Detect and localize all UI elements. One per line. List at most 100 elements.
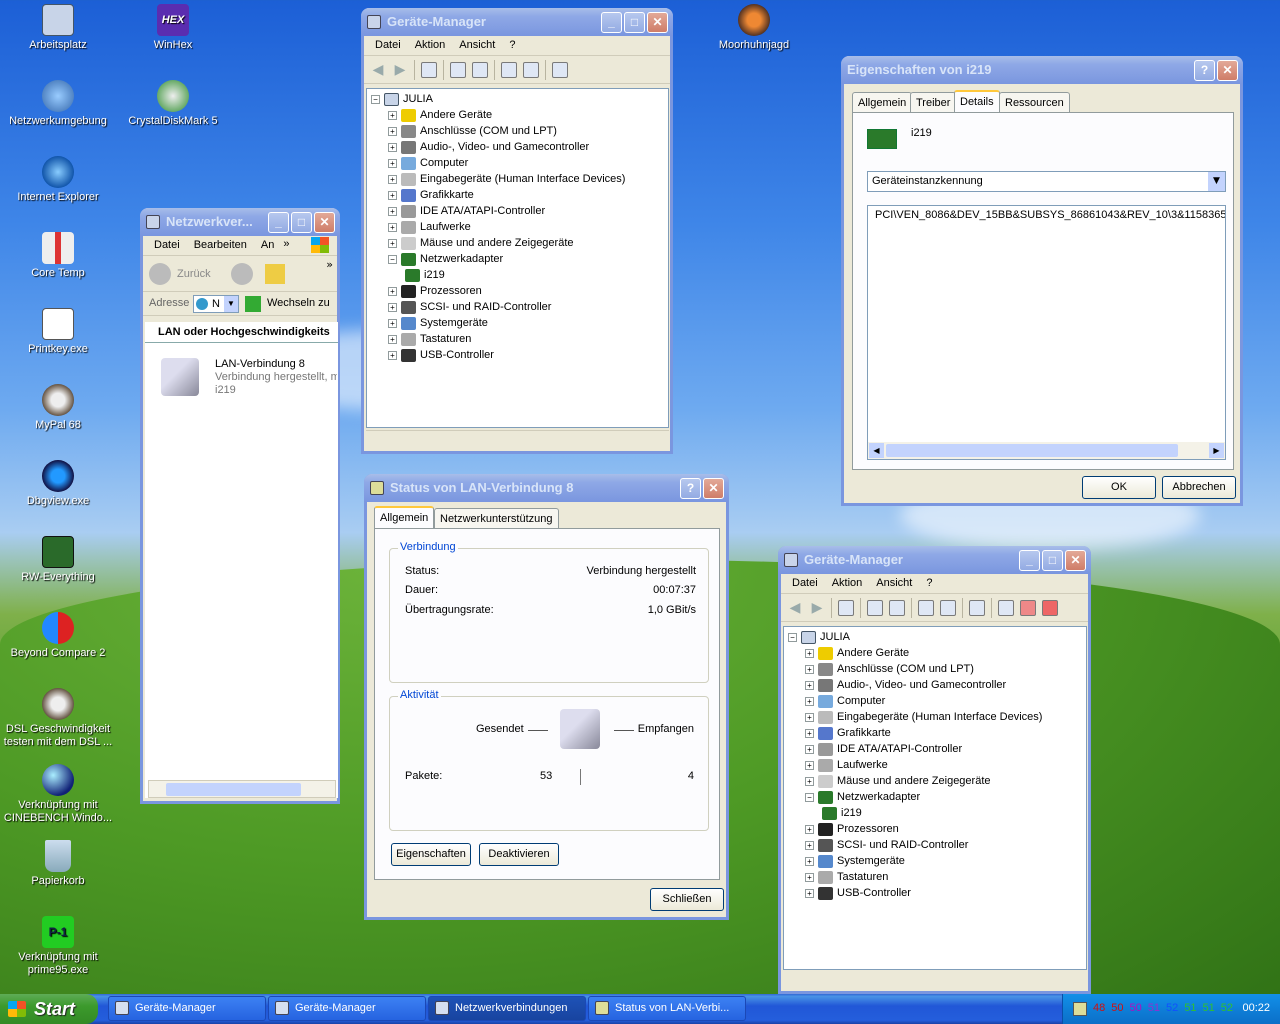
- tree-category-item[interactable]: + Tastaturen: [805, 869, 888, 885]
- tree-category-item[interactable]: + Systemgeräte: [388, 315, 488, 331]
- tree-category-item[interactable]: + Prozessoren: [388, 283, 482, 299]
- expand-icon[interactable]: +: [388, 222, 397, 232]
- tree-category-item[interactable]: + SCSI- und RAID-Controller: [388, 299, 551, 315]
- minimize-button[interactable]: _: [1019, 550, 1040, 571]
- expand-icon[interactable]: +: [388, 126, 397, 136]
- help-icon[interactable]: [501, 61, 517, 78]
- network-tray-icon[interactable]: [1073, 1002, 1087, 1016]
- horizontal-scrollbar[interactable]: ◀ ▶: [868, 442, 1225, 459]
- maximize-button[interactable]: □: [291, 212, 312, 233]
- menu-datei[interactable]: Datei: [785, 574, 825, 593]
- expand-icon[interactable]: +: [388, 190, 397, 200]
- back-arrow-icon[interactable]: [149, 262, 171, 285]
- property-value[interactable]: PCI\VEN_8086&DEV_15BB&SUBSYS_86861043&RE…: [875, 209, 1225, 221]
- desktop-icon-prime95[interactable]: P-1 Verknüpfung mit prime95.exe: [3, 916, 113, 977]
- network-connections-window[interactable]: Netzwerkver... _ □ ✕ Datei Bearbeiten An…: [140, 208, 340, 804]
- maximize-button[interactable]: □: [624, 12, 645, 33]
- close-button[interactable]: ✕: [1217, 60, 1238, 81]
- desktop-icon-papierkorb[interactable]: Papierkorb: [3, 840, 113, 888]
- menu-help[interactable]: ?: [502, 36, 522, 55]
- tree-category-item[interactable]: + Mäuse und andere Zeigegeräte: [388, 235, 574, 251]
- tab-treiber[interactable]: Treiber: [910, 92, 957, 113]
- tree-category-item[interactable]: + Andere Geräte: [388, 107, 492, 123]
- properties-button[interactable]: Eigenschaften: [391, 843, 471, 866]
- console-tree-icon[interactable]: [421, 61, 437, 78]
- forward-icon[interactable]: ▶: [392, 62, 408, 78]
- tree-root[interactable]: − JULIA: [788, 629, 850, 645]
- close-button[interactable]: ✕: [647, 12, 668, 33]
- expand-icon[interactable]: +: [805, 888, 814, 898]
- desktop-icon-winhex[interactable]: HEX WinHex: [118, 4, 228, 52]
- expand-icon[interactable]: +: [805, 824, 814, 834]
- view-icon[interactable]: [523, 61, 539, 78]
- tab-details[interactable]: Details: [954, 90, 1000, 113]
- uninstall-icon[interactable]: [1020, 599, 1036, 616]
- scan-hardware-icon[interactable]: [969, 599, 985, 616]
- print-icon[interactable]: [472, 61, 488, 78]
- close-button[interactable]: ✕: [314, 212, 335, 233]
- desktop-icon-rw-everything[interactable]: RW-Everything: [3, 536, 113, 584]
- tree-category-item[interactable]: + USB-Controller: [805, 885, 911, 901]
- menu-ansicht[interactable]: Ansicht: [869, 574, 919, 593]
- tree-device-item[interactable]: i219: [405, 267, 445, 283]
- close-button[interactable]: ✕: [1065, 550, 1086, 571]
- property-value-list[interactable]: PCI\VEN_8086&DEV_15BB&SUBSYS_86861043&RE…: [867, 205, 1226, 460]
- tree-category-item[interactable]: + Grafikkarte: [388, 187, 474, 203]
- title-bar[interactable]: Geräte-Manager _ □ ✕: [778, 546, 1091, 574]
- console-tree-icon[interactable]: [838, 599, 854, 616]
- minimize-button[interactable]: _: [601, 12, 622, 33]
- tree-category-item[interactable]: + SCSI- und RAID-Controller: [805, 837, 968, 853]
- device-tree[interactable]: − JULIA + Andere Geräte + Anschlüsse (COM und…: [366, 88, 669, 428]
- go-button[interactable]: Wechseln zu: [267, 297, 330, 309]
- collapse-icon[interactable]: −: [371, 94, 380, 104]
- expand-icon[interactable]: +: [805, 840, 814, 850]
- tab-allgemein[interactable]: Allgemein: [374, 506, 435, 529]
- properties-window[interactable]: Eigenschaften von i219 ? ✕ Allgemein Tre…: [841, 56, 1243, 506]
- update-driver-icon[interactable]: [998, 599, 1014, 616]
- tab-ressourcen[interactable]: Ressourcen: [999, 92, 1070, 113]
- desktop-icon-printkey[interactable]: Printkey.exe: [3, 308, 113, 356]
- expand-icon[interactable]: +: [805, 856, 814, 866]
- title-bar[interactable]: Netzwerkver... _ □ ✕: [140, 208, 340, 236]
- status-window[interactable]: Status von LAN-Verbindung 8 ? ✕ Allgemei…: [364, 474, 729, 920]
- task-device-manager-2[interactable]: Geräte-Manager: [268, 996, 426, 1021]
- expand-icon[interactable]: +: [388, 238, 397, 248]
- ok-button[interactable]: OK: [1082, 476, 1156, 499]
- cancel-button[interactable]: Abbrechen: [1162, 476, 1236, 499]
- scroll-thumb[interactable]: [166, 783, 301, 796]
- collapse-icon[interactable]: −: [805, 792, 814, 802]
- expand-icon[interactable]: +: [388, 334, 397, 344]
- lan-connection-item[interactable]: LAN-Verbindung 8 Verbindung hergestellt,…: [161, 356, 337, 406]
- tree-category-item[interactable]: + Mäuse und andere Zeigegeräte: [805, 773, 991, 789]
- expand-icon[interactable]: +: [805, 760, 814, 770]
- properties-icon[interactable]: [867, 599, 883, 616]
- desktop-icon-dbgview[interactable]: Dbgview.exe: [3, 460, 113, 508]
- tree-category-item[interactable]: + IDE ATA/ATAPI-Controller: [388, 203, 545, 219]
- disable-device-icon[interactable]: [1042, 599, 1058, 616]
- title-bar[interactable]: Geräte-Manager _ □ ✕: [361, 8, 673, 36]
- maximize-button[interactable]: □: [1042, 550, 1063, 571]
- tree-category-item[interactable]: + Andere Geräte: [805, 645, 909, 661]
- tree-category-item[interactable]: + Eingabegeräte (Human Interface Devices): [388, 171, 625, 187]
- address-combo[interactable]: N ▼: [193, 295, 239, 313]
- desktop-icon-arbeitsplatz[interactable]: Arbeitsplatz: [3, 4, 113, 52]
- tree-category-item[interactable]: + Laufwerke: [805, 757, 888, 773]
- desktop-icon-moorhuhnjagd[interactable]: Moorhuhnjagd: [699, 4, 809, 52]
- collapse-icon[interactable]: −: [788, 632, 797, 642]
- tree-category-item[interactable]: + Anschlüsse (COM und LPT): [805, 661, 974, 677]
- scan-hardware-icon[interactable]: [552, 61, 568, 78]
- expand-icon[interactable]: +: [388, 302, 397, 312]
- expand-icon[interactable]: +: [388, 318, 397, 328]
- menu-datei[interactable]: Datei: [368, 36, 408, 55]
- title-bar[interactable]: Eigenschaften von i219 ? ✕: [841, 56, 1243, 84]
- tree-category-item[interactable]: + Audio-, Video- und Gamecontroller: [388, 139, 589, 155]
- tree-category-item[interactable]: + Anschlüsse (COM und LPT): [388, 123, 557, 139]
- tree-category-item[interactable]: + Prozessoren: [805, 821, 899, 837]
- menu-ansicht[interactable]: Ansicht: [452, 36, 502, 55]
- expand-icon[interactable]: +: [388, 110, 397, 120]
- view-icon[interactable]: [940, 599, 956, 616]
- device-manager-window-1[interactable]: Geräte-Manager _ □ ✕ Datei Aktion Ansich…: [361, 8, 673, 454]
- expand-icon[interactable]: +: [805, 776, 814, 786]
- tree-category-item[interactable]: + Tastaturen: [388, 331, 471, 347]
- task-network-connections[interactable]: Netzwerkverbindungen: [428, 996, 586, 1021]
